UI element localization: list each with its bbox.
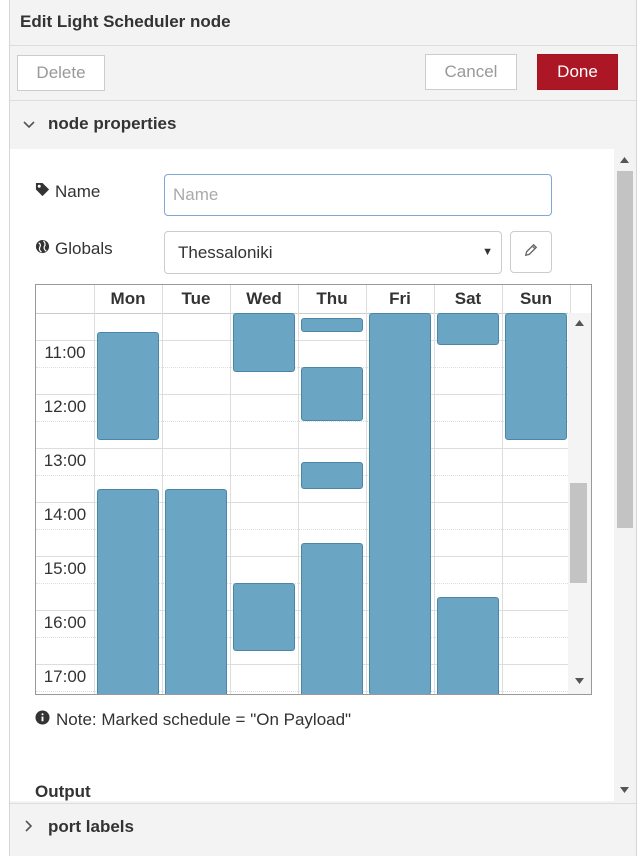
schedule-block[interactable] bbox=[301, 367, 363, 421]
note-text: Note: Marked schedule = "On Payload" bbox=[56, 710, 352, 729]
schedule-block[interactable] bbox=[301, 462, 363, 489]
node-properties-header[interactable]: node properties bbox=[10, 101, 636, 147]
schedule-block[interactable] bbox=[369, 313, 431, 694]
time-label: 16:00 bbox=[43, 613, 87, 632]
grid-scroll-thumb[interactable] bbox=[570, 483, 587, 583]
globals-selected-value: Thessaloniki bbox=[178, 242, 273, 262]
schedule-block[interactable] bbox=[233, 313, 295, 372]
scroll-up-icon[interactable] bbox=[575, 320, 584, 326]
done-button[interactable]: Done bbox=[537, 54, 618, 90]
day-column-line bbox=[502, 285, 503, 694]
globe-icon bbox=[35, 239, 50, 259]
schedule-note: Note: Marked schedule = "On Payload" bbox=[35, 710, 351, 730]
schedule-block[interactable] bbox=[437, 313, 499, 345]
day-header: Sun bbox=[519, 289, 553, 308]
panel-scroll-up-icon[interactable] bbox=[620, 157, 629, 163]
schedule-block[interactable] bbox=[437, 597, 499, 694]
properties-panel: Name Name Globals Thessaloniki ▼ Mon Tue W… bbox=[10, 149, 614, 801]
day-column-line bbox=[366, 285, 367, 694]
port-labels-label: port labels bbox=[48, 817, 134, 836]
cancel-button[interactable]: Cancel bbox=[425, 54, 517, 90]
panel-scroll-thumb[interactable] bbox=[617, 171, 633, 528]
schedule-block[interactable] bbox=[301, 318, 363, 332]
grid-scrollbar[interactable] bbox=[568, 313, 591, 694]
time-label: 12:00 bbox=[43, 397, 87, 416]
schedule-grid[interactable]: Mon Tue Wed Thu Fri Sat Sun 11:00 12:00 13:00 14:… bbox=[35, 284, 592, 695]
panel-scrollbar[interactable] bbox=[614, 149, 636, 801]
dialog-title: Edit Light Scheduler node bbox=[20, 12, 231, 31]
time-label: 17:00 bbox=[43, 667, 87, 686]
day-column-line bbox=[162, 285, 163, 694]
node-properties-label: node properties bbox=[48, 114, 177, 133]
time-label: 11:00 bbox=[44, 343, 86, 362]
day-header: Mon bbox=[110, 289, 146, 308]
edit-globals-button[interactable] bbox=[510, 231, 552, 273]
globals-label: Globals bbox=[35, 239, 113, 259]
output-label: Output bbox=[35, 782, 91, 801]
schedule-block[interactable] bbox=[165, 489, 227, 694]
caret-down-icon: ▼ bbox=[482, 246, 493, 258]
name-label: Name bbox=[35, 182, 100, 202]
tray-header: Edit Light Scheduler node bbox=[10, 0, 636, 46]
name-placeholder: Name bbox=[173, 185, 219, 204]
schedule-block[interactable] bbox=[505, 313, 567, 440]
schedule-block[interactable] bbox=[301, 543, 363, 694]
chevron-down-icon bbox=[10, 116, 48, 133]
day-header: Thu bbox=[316, 289, 348, 308]
pencil-icon bbox=[524, 243, 538, 262]
day-header: Wed bbox=[246, 289, 282, 308]
day-column-line bbox=[94, 285, 95, 694]
schedule-block[interactable] bbox=[233, 583, 295, 651]
day-header: Sat bbox=[454, 289, 482, 308]
hour-line bbox=[36, 448, 568, 449]
time-label: 13:00 bbox=[43, 451, 87, 470]
globals-select[interactable]: Thessaloniki ▼ bbox=[164, 231, 502, 274]
info-icon bbox=[35, 710, 50, 730]
tray-toolbar: Delete Cancel Done bbox=[10, 46, 636, 101]
edit-tray: Edit Light Scheduler node Delete Cancel … bbox=[9, 0, 637, 856]
day-column-line bbox=[230, 285, 231, 694]
name-input[interactable]: Name bbox=[164, 174, 552, 216]
day-header: Fri bbox=[389, 289, 411, 308]
chevron-right-icon bbox=[10, 819, 48, 836]
schedule-block[interactable] bbox=[97, 332, 159, 440]
name-label-text: Name bbox=[55, 182, 101, 201]
port-labels-header[interactable]: port labels bbox=[10, 803, 636, 850]
delete-button[interactable]: Delete bbox=[17, 55, 105, 91]
tag-icon bbox=[35, 182, 50, 202]
globals-label-text: Globals bbox=[55, 239, 113, 258]
time-label: 14:00 bbox=[43, 505, 87, 524]
day-header: Tue bbox=[181, 289, 211, 308]
time-label: 15:00 bbox=[43, 559, 87, 578]
day-column-line bbox=[298, 285, 299, 694]
schedule-block[interactable] bbox=[97, 489, 159, 694]
panel-scroll-down-icon[interactable] bbox=[620, 787, 629, 793]
day-column-line bbox=[434, 285, 435, 694]
scroll-down-icon[interactable] bbox=[575, 678, 584, 684]
